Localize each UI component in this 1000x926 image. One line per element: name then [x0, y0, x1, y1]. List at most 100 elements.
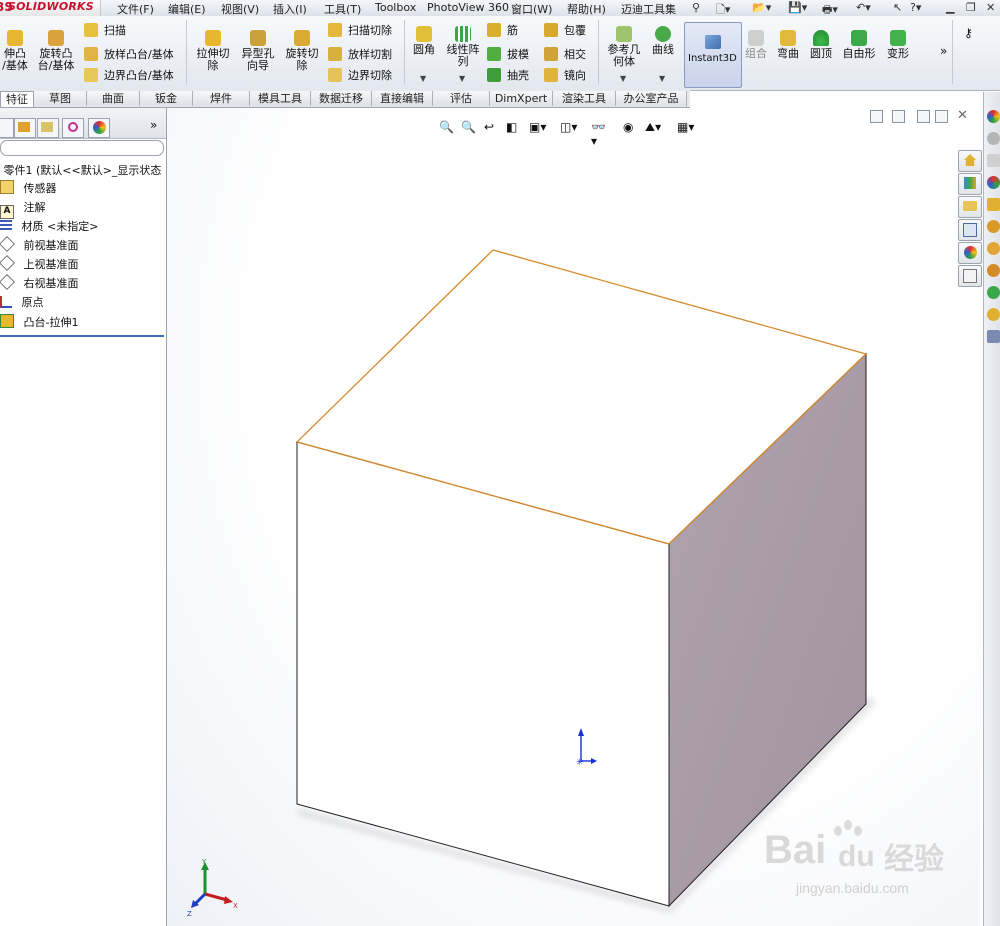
tree-item-sensors[interactable]: 传感器	[0, 180, 57, 198]
graphics-area[interactable]: 🔍 🔍 ↩ ◧ ▣▾ ◫▾ 👓▾ ◉ ⛰▾ ▦▾ ✕ ✳ Y X Z	[167, 108, 980, 926]
solidworks-logo[interactable]: 3S SOLIDWORKS	[0, 0, 101, 16]
sweep-cut-button[interactable]: 扫描切除	[328, 22, 392, 40]
close-window-icon[interactable]: ✕	[986, 1, 995, 14]
tab-mold-tools[interactable]: 模具工具	[250, 91, 311, 106]
tab-dimxpert[interactable]: DimXpert	[490, 91, 553, 106]
tree-filter-input[interactable]	[0, 140, 164, 156]
boundary-cut-button[interactable]: 边界切除	[328, 67, 392, 85]
save-icon[interactable]: 💾▾	[788, 1, 807, 14]
tab-surfaces[interactable]: 曲面	[87, 91, 140, 106]
tree-item-material[interactable]: 材质 <未指定>	[0, 218, 98, 236]
tab-weldments[interactable]: 焊件	[193, 91, 250, 106]
sweep-button[interactable]: 扫描	[84, 22, 126, 40]
deform-button[interactable]: 变形	[883, 30, 913, 60]
mirror-button[interactable]: 镜向	[544, 67, 586, 85]
tree-item-annotations[interactable]: A 注解	[0, 199, 46, 219]
curves-dropdown-icon[interactable]: ▼	[659, 74, 665, 83]
toolbox-icon[interactable]	[987, 220, 1000, 233]
key-icon[interactable]: ⚷	[964, 26, 973, 40]
restore-window-icon[interactable]: ❐	[966, 1, 976, 14]
library-icon[interactable]	[987, 330, 1000, 343]
loft-cut-button[interactable]: 放样切割	[328, 46, 392, 64]
shell-button[interactable]: 抽壳	[487, 67, 529, 85]
plugin-icon[interactable]	[987, 264, 1000, 277]
tab-evaluate[interactable]: 评估	[433, 91, 490, 106]
wrap-button[interactable]: 包覆	[544, 22, 586, 40]
hole-wizard-button[interactable]: 异型孔 向导	[238, 30, 278, 72]
pattern-dropdown-icon[interactable]: ▼	[459, 74, 465, 83]
help-icon[interactable]: ?▾	[910, 1, 921, 14]
undo-icon[interactable]: ↶▾	[856, 1, 871, 14]
ref-geometry-dropdown-icon[interactable]: ▼	[620, 74, 626, 83]
combine-button[interactable]: 组合	[742, 30, 770, 60]
design-library-icon[interactable]	[958, 173, 982, 195]
tree-item-top-plane[interactable]: 上视基准面	[0, 255, 79, 274]
tab-sketch[interactable]: 草图	[34, 91, 87, 106]
dimxpert-manager-tab-icon[interactable]	[62, 118, 84, 138]
feature-tree-tab-icon[interactable]	[0, 118, 14, 138]
menu-toolbox[interactable]: Toolbox	[375, 1, 416, 14]
menu-window[interactable]: 窗口(W)	[511, 1, 552, 17]
document-icon[interactable]	[987, 154, 1000, 167]
menu-edit[interactable]: 编辑(E)	[168, 1, 206, 17]
freeform-button[interactable]: 自由形	[840, 30, 878, 60]
render-icon[interactable]	[987, 176, 1000, 189]
settings-icon[interactable]	[987, 308, 1000, 321]
menu-photoview[interactable]: PhotoView 360	[427, 1, 509, 14]
draft-button[interactable]: 拔模	[487, 46, 529, 64]
tab-features[interactable]: 特征	[0, 91, 34, 107]
file-explorer-icon[interactable]	[958, 196, 982, 218]
menu-file[interactable]: 文件(F)	[117, 1, 154, 17]
loft-boss-button[interactable]: 放样凸台/基体	[84, 46, 174, 64]
menu-help[interactable]: 帮助(H)	[567, 1, 606, 17]
revolve-boss-button[interactable]: 旋转凸 台/基体	[34, 30, 78, 72]
tool-settings-icon[interactable]	[987, 132, 1000, 145]
curves-button[interactable]: 曲线	[648, 26, 678, 56]
custom-properties-icon[interactable]	[958, 265, 982, 287]
rollback-bar[interactable]	[0, 335, 164, 337]
select-pointer-icon[interactable]: ↖	[893, 1, 902, 14]
extrude-boss-button[interactable]: 伸凸 /基体	[0, 30, 30, 72]
extrude-cut-button[interactable]: 拉伸切 除	[194, 30, 232, 72]
boundary-boss-button[interactable]: 边界凸台/基体	[84, 67, 174, 85]
view-palette-icon[interactable]	[958, 219, 982, 241]
tree-item-origin[interactable]: 原点	[0, 294, 44, 312]
reference-geometry-button[interactable]: 参考几 何体	[604, 26, 644, 68]
export-icon[interactable]	[987, 286, 1000, 299]
display-manager-tab-icon[interactable]	[88, 118, 110, 138]
tab-office-products[interactable]: 办公室产品	[616, 91, 687, 106]
database-icon[interactable]	[987, 198, 1000, 211]
minimize-window-icon[interactable]: ▁	[946, 1, 954, 14]
linear-pattern-button[interactable]: 线性阵 列	[444, 26, 482, 68]
property-manager-tab-icon[interactable]	[14, 118, 36, 138]
tab-direct-editing[interactable]: 直接编辑	[372, 91, 433, 106]
home-icon[interactable]	[958, 150, 982, 172]
tree-item-right-plane[interactable]: 右视基准面	[0, 274, 79, 293]
tab-data-migration[interactable]: 数据迁移	[311, 91, 372, 106]
dome-button[interactable]: 圆顶	[807, 30, 835, 60]
open-folder-icon[interactable]: 📂▾	[752, 1, 771, 14]
tree-root-part[interactable]: 零件1 (默认<<默认>_显示状态	[0, 162, 162, 180]
fillet-button[interactable]: 圆角	[410, 26, 438, 56]
menu-insert[interactable]: 插入(I)	[273, 1, 307, 17]
tree-item-front-plane[interactable]: 前视基准面	[0, 236, 79, 255]
menu-maidi[interactable]: 迈迪工具集	[621, 1, 676, 17]
instant3d-button[interactable]: Instant3D	[684, 22, 742, 88]
ribbon-more-icon[interactable]: »	[940, 44, 947, 58]
tab-sheet-metal[interactable]: 钣金	[140, 91, 193, 106]
tab-render-tools[interactable]: 渲染工具	[553, 91, 616, 106]
configuration-manager-tab-icon[interactable]	[37, 118, 59, 138]
appearance-palette-icon[interactable]	[987, 110, 1000, 123]
rib-button[interactable]: 筋	[487, 22, 518, 40]
panel-more-icon[interactable]: »	[150, 118, 157, 132]
menu-tools[interactable]: 工具(T)	[324, 1, 361, 17]
menu-view[interactable]: 视图(V)	[221, 1, 259, 17]
pin-icon[interactable]: ⚲	[692, 1, 700, 14]
fillet-dropdown-icon[interactable]: ▼	[420, 74, 426, 83]
revolve-cut-button[interactable]: 旋转切 除	[283, 30, 321, 72]
appearances-icon[interactable]	[958, 242, 982, 264]
intersect-button[interactable]: 相交	[544, 46, 586, 64]
tree-item-boss-extrude1[interactable]: 凸台-拉伸1	[0, 314, 78, 332]
gear-icon[interactable]	[987, 242, 1000, 255]
flex-button[interactable]: 弯曲	[774, 30, 802, 60]
